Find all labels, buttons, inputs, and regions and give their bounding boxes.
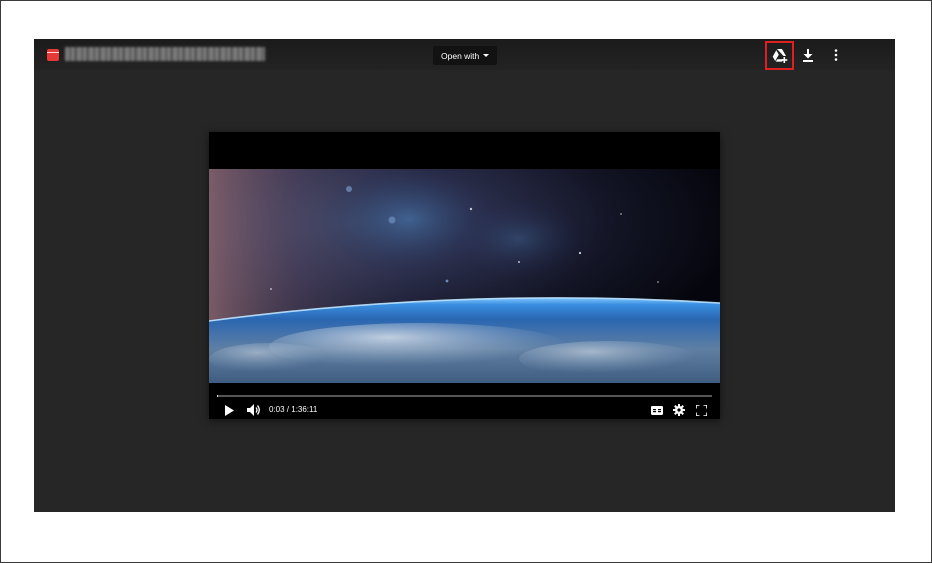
download-icon — [803, 48, 813, 62]
volume-icon — [247, 404, 260, 416]
more-vertical-icon — [834, 49, 838, 61]
settings-button[interactable] — [671, 402, 687, 418]
play-button[interactable] — [220, 401, 238, 419]
caret-down-icon — [483, 54, 490, 57]
closed-captions-icon — [651, 405, 663, 415]
progress-bar[interactable] — [217, 395, 712, 397]
download-button[interactable] — [796, 43, 820, 67]
progress-fill — [217, 395, 218, 397]
file-name — [65, 47, 265, 61]
player-controls: 0:03 / 1:36:11 — [209, 383, 720, 419]
drive-video-viewer: Open with 0:03 / 1:36:11 — [34, 39, 895, 512]
open-with-button[interactable]: Open with — [433, 46, 498, 65]
captions-button[interactable] — [649, 402, 665, 418]
fullscreen-icon — [695, 404, 707, 416]
play-icon — [225, 404, 234, 416]
open-with-label: Open with — [441, 50, 480, 61]
time-display: 0:03 / 1:36:11 — [269, 405, 318, 414]
volume-button[interactable] — [245, 401, 263, 419]
settings-gear-icon — [673, 404, 685, 416]
page-background-below-viewer — [34, 512, 895, 560]
viewer-toolbar: Open with — [34, 39, 895, 70]
add-to-drive-icon — [772, 48, 787, 63]
video-file-icon — [47, 49, 59, 61]
video-frame-earth-from-space[interactable] — [209, 169, 720, 383]
video-player[interactable]: 0:03 / 1:36:11 — [209, 132, 720, 419]
earth-horizon-image — [209, 169, 720, 383]
fullscreen-button[interactable] — [693, 402, 709, 418]
more-options-button[interactable] — [824, 43, 848, 67]
add-to-drive-button[interactable] — [765, 41, 794, 70]
